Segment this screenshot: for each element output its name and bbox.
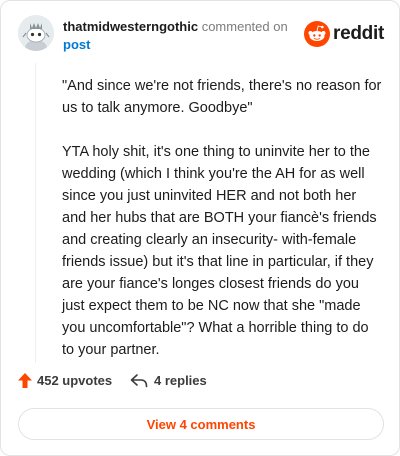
upvote-arrow-icon [18, 373, 32, 388]
upvote-button[interactable]: 452 upvotes [18, 373, 112, 388]
reddit-alien-icon [304, 21, 330, 47]
username-link[interactable]: thatmidwesterngothic [63, 19, 198, 34]
user-avatar[interactable] [18, 15, 54, 51]
comment-paragraph: YTA holy shit, it's one thing to uninvit… [62, 144, 377, 358]
replies-button[interactable]: 4 replies [130, 373, 207, 388]
reddit-logo[interactable]: reddit [304, 19, 384, 49]
view-comments-button[interactable]: View 4 comments [18, 408, 384, 440]
thread-line [35, 63, 36, 363]
reply-arrow-icon [130, 373, 148, 387]
replies-count: 4 replies [154, 373, 207, 388]
brand-wordmark: reddit [333, 23, 384, 44]
upvote-count: 452 upvotes [37, 373, 113, 388]
comment-paragraph: "And since we're not friends, there's no… [62, 78, 382, 116]
byline: thatmidwesterngothic commented on post [63, 18, 303, 54]
comment-card: thatmidwesterngothic commented on post r… [0, 0, 400, 456]
snoo-avatar-icon [18, 15, 54, 51]
action-text: commented on [201, 19, 288, 34]
comment-header: thatmidwesterngothic commented on post r… [18, 15, 384, 55]
comment-body: "And since we're not friends, there's no… [62, 75, 382, 383]
post-link[interactable]: post [63, 36, 303, 54]
comment-actions: 452 upvotes 4 replies [18, 371, 384, 395]
